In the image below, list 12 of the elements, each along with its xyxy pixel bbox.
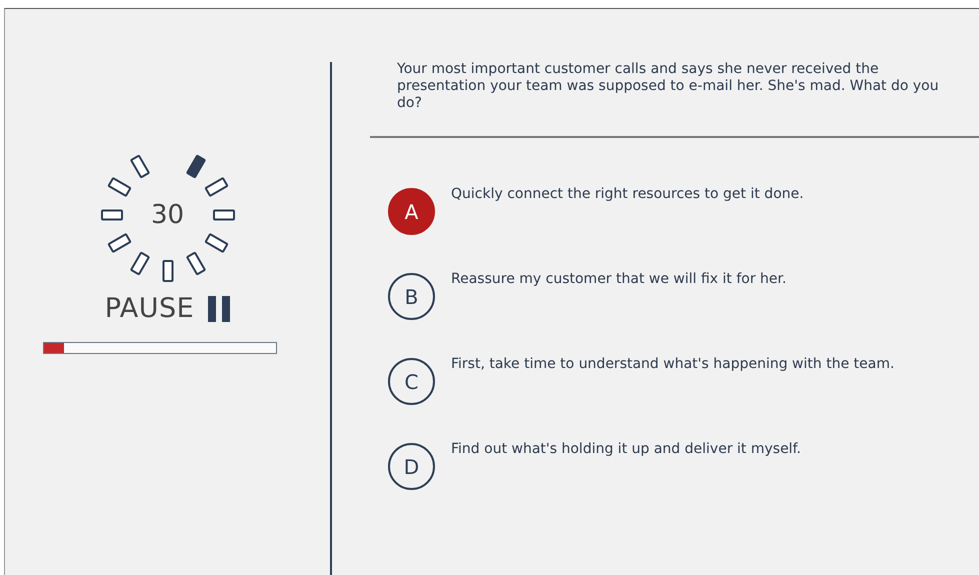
timer-seconds: 30: [150, 200, 184, 230]
answer-letter-button[interactable]: C: [388, 358, 435, 405]
answer-text[interactable]: Find out what's holding it up and deliver it myself.: [451, 441, 801, 457]
answer-text[interactable]: Reassure my customer that we will fix it for her.: [451, 271, 786, 287]
answer-letter-button[interactable]: D: [388, 443, 435, 490]
answer-letter-button[interactable]: A: [388, 188, 435, 235]
answer-text[interactable]: First, take time to understand what's happening with the team.: [451, 356, 894, 372]
answer-letter-button[interactable]: B: [388, 273, 435, 320]
pause-label[interactable]: PAUSE: [104, 293, 194, 324]
question-text: Your most important customer calls and says she never received the presentation your team was supposed to e-mail her. She's mad. What do you do?: [396, 60, 940, 113]
answer-text[interactable]: Quickly connect the right resources to get it done.: [451, 186, 804, 202]
pause-icon[interactable]: [208, 296, 230, 322]
